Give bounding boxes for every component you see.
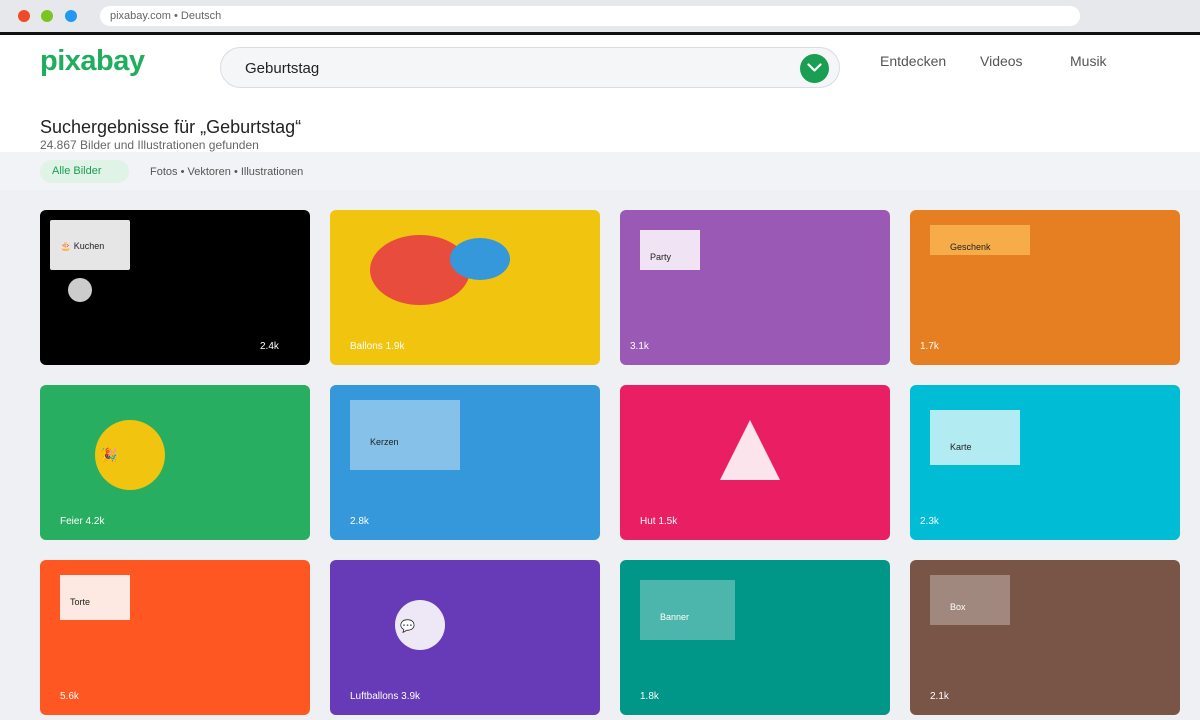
card-caption: 1.8k [640,691,659,702]
image-card[interactable]: Party 3.1k [620,210,890,365]
card-caption: 2.8k [350,516,369,527]
nav-musik[interactable]: Musik [1070,53,1107,69]
image-card[interactable]: Karte 2.3k [910,385,1180,540]
circle-shape [68,278,92,302]
filter-bar: Alle Bilder Fotos • Vektoren • Illustrat… [0,152,1200,190]
image-card[interactable]: Box 2.1k [910,560,1180,715]
party-popper-icon: 🎉 [100,447,118,463]
image-card[interactable]: Kerzen 2.8k [330,385,600,540]
search-input[interactable]: Geburtstag [245,48,319,89]
candles-tag [350,400,460,470]
card-caption: 5.6k [60,691,79,702]
image-card[interactable]: 💬 Luftballons 3.9k [330,560,600,715]
speech-bubble-icon: 💬 [400,619,415,633]
page-title: Suchergebnisse für „Geburtstag“ [40,117,302,137]
card-caption: Luftballons 3.9k [350,691,421,702]
image-grid: 🎂 Kuchen 2.4k Ballons 1.9k Party 3.1k Ge… [0,190,1200,720]
close-window-button[interactable] [18,10,30,22]
minimize-window-button[interactable] [41,10,53,22]
image-card[interactable]: 🎉 Feier 4.2k [40,385,310,540]
chevron-down-icon [807,63,822,72]
card-caption: Hut 1.5k [640,516,678,527]
card-inner-label: Box [950,602,966,612]
card-caption: 2.4k [260,341,279,352]
pixabay-logo[interactable]: pixabay [40,45,145,78]
nav-videos[interactable]: Videos [980,53,1023,69]
image-card[interactable]: Banner 1.8k [620,560,890,715]
party-tag [640,230,700,270]
card-caption: 2.1k [930,691,949,702]
image-card[interactable]: Geschenk 1.7k [910,210,1180,365]
image-card[interactable]: Ballons 1.9k [330,210,600,365]
card-inner-label: Karte [950,442,972,452]
result-count: 24.867 Bilder und Illustrationen gefunde… [40,138,259,152]
card-caption: Ballons 1.9k [350,341,405,352]
image-card[interactable]: 🎂 Kuchen 2.4k [40,210,310,365]
image-card[interactable]: Torte 5.6k [40,560,310,715]
card-tag [930,410,1020,465]
card-inner-label: 🎂 Kuchen [60,241,105,251]
search-bar[interactable]: Geburtstag [220,47,840,88]
balloon-blue [450,238,510,280]
filter-types[interactable]: Fotos • Vektoren • Illustrationen [150,166,303,178]
banner-tag [640,580,735,640]
image-card[interactable]: Hut 1.5k [620,385,890,540]
box-tag [930,575,1010,625]
card-inner-label: Geschenk [950,242,991,252]
party-hat-triangle [720,420,780,480]
card-inner-label: Torte [70,597,91,607]
card-inner-label: Banner [660,612,690,622]
filter-all-images[interactable]: Alle Bilder [40,160,129,183]
nav-entdecken[interactable]: Entdecken [880,53,946,69]
address-bar[interactable]: pixabay.com • Deutsch [100,6,1080,26]
browser-chrome: pixabay.com • Deutsch [0,0,1200,35]
card-caption: 2.3k [920,516,939,527]
maximize-window-button[interactable] [65,10,77,22]
card-inner-label: Party [650,252,672,262]
search-button[interactable] [800,54,829,83]
card-inner-label: Kerzen [370,437,399,447]
card-caption: 1.7k [920,341,939,352]
card-caption: 3.1k [630,341,649,352]
card-caption: Feier 4.2k [60,516,105,527]
